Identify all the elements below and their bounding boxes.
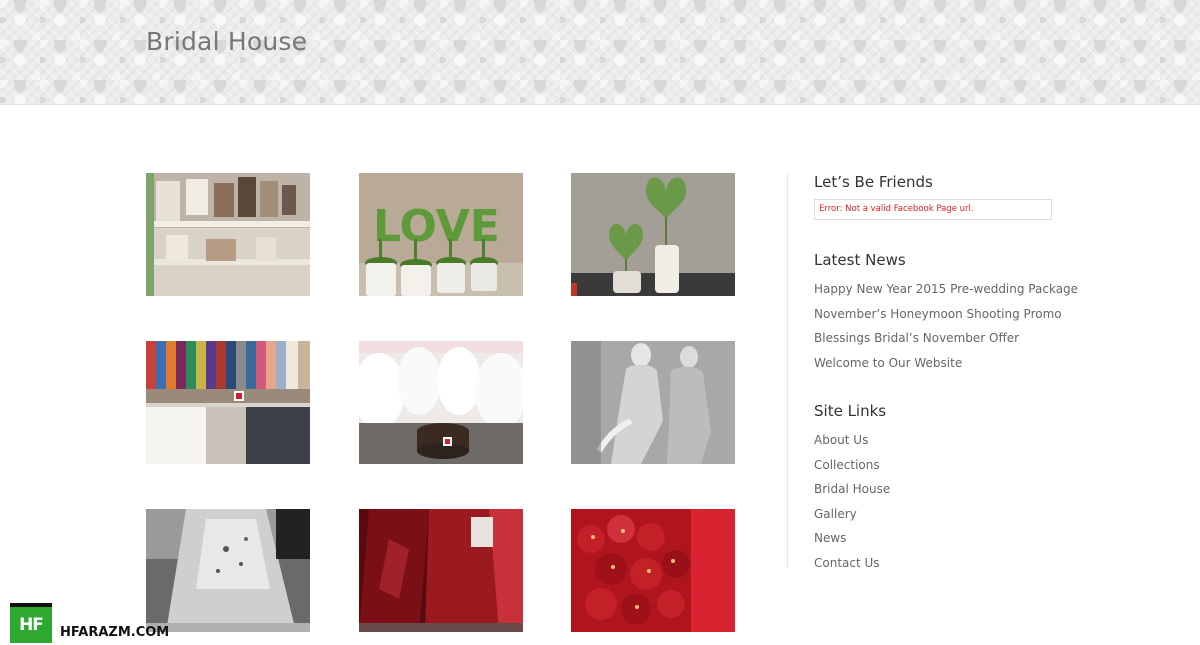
gown-detail-image xyxy=(146,509,310,632)
latest-news-list: Happy New Year 2015 Pre-wedding Package … xyxy=(814,277,1087,375)
heart-topiary-image xyxy=(571,173,735,296)
white-gowns-image xyxy=(359,341,523,464)
suits-rack-image xyxy=(146,341,310,464)
news-link[interactable]: Blessings Bridal’s November Offer xyxy=(814,326,1087,351)
gallery-red-embroidery[interactable] xyxy=(571,509,735,632)
gallery-mannequins-bw[interactable] xyxy=(571,341,735,464)
news-link[interactable]: Happy New Year 2015 Pre-wedding Package xyxy=(814,277,1087,302)
site-link-gallery[interactable]: Gallery xyxy=(814,502,1087,527)
facebook-error-message: Error: Not a valid Facebook Page url. xyxy=(814,199,1052,220)
site-link-news[interactable]: News xyxy=(814,526,1087,551)
site-links-list: About Us Collections Bridal House Galler… xyxy=(814,428,1087,575)
photo-frames-image xyxy=(146,173,310,296)
gallery-love-topiary[interactable]: LOVE xyxy=(359,173,523,296)
site-link-bridal-house[interactable]: Bridal House xyxy=(814,477,1087,502)
gallery-gown-detail-bw[interactable] xyxy=(146,509,310,632)
news-link[interactable]: November’s Honeymoon Shooting Promo xyxy=(814,302,1087,327)
love-topiary-image: LOVE xyxy=(359,173,523,296)
gallery-white-gowns-room[interactable] xyxy=(359,341,523,464)
friends-widget-title: Let’s Be Friends xyxy=(814,173,933,191)
site-link-contact-us[interactable]: Contact Us xyxy=(814,551,1087,576)
gallery-photo-frames-shelf[interactable] xyxy=(146,173,310,296)
site-header: Bridal House xyxy=(0,0,1200,105)
site-links-widget-title: Site Links xyxy=(814,402,887,420)
sidebar: Let’s Be Friends Error: Not a valid Face… xyxy=(787,173,1087,570)
hf-logo: HF xyxy=(10,603,52,643)
gallery-grid: LOVE xyxy=(146,173,736,633)
news-widget-title: Latest News xyxy=(814,251,906,269)
watermark-text: HFARAZM.COM xyxy=(60,625,170,640)
site-title[interactable]: Bridal House xyxy=(146,27,307,56)
mannequins-image xyxy=(571,341,735,464)
svg-text:LOVE: LOVE xyxy=(373,201,500,252)
site-link-about-us[interactable]: About Us xyxy=(814,428,1087,453)
gallery-suits-rack[interactable] xyxy=(146,341,310,464)
site-link-collections[interactable]: Collections xyxy=(814,453,1087,478)
red-embroidery-image xyxy=(571,509,735,632)
red-dress-image xyxy=(359,509,523,632)
gallery-red-dress[interactable] xyxy=(359,509,523,632)
gallery-heart-topiary[interactable] xyxy=(571,173,735,296)
news-link[interactable]: Welcome to Our Website xyxy=(814,351,1087,376)
